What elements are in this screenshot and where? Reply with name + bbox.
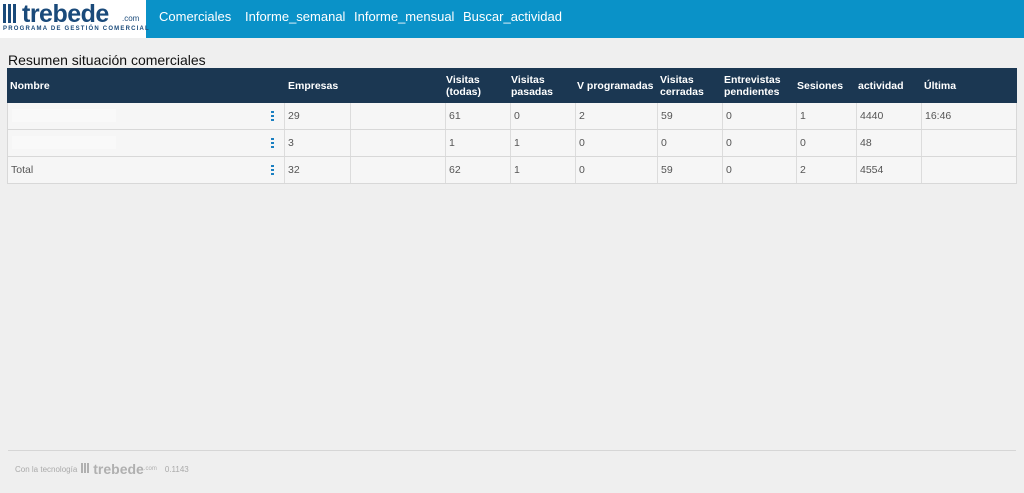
footer-logo-word: trebede (93, 461, 144, 477)
cell-v-programadas: 2 (575, 103, 658, 129)
table-row: 29 61 0 2 59 0 1 4440 16:46 (7, 103, 1017, 130)
col-ultima[interactable]: Última (924, 68, 956, 103)
row-menu-icon[interactable] (261, 103, 283, 129)
footer: Con la tecnología trebede .com 0.1143 (15, 461, 189, 477)
cell-visitas-pasadas: 0 (510, 103, 576, 129)
col-entrevistas-line2: pendientes (724, 85, 780, 98)
col-empresas[interactable]: Empresas (288, 68, 338, 103)
cell-visitas-pasadas: 1 (510, 157, 576, 183)
cell-visitas-cerradas: 0 (657, 130, 723, 156)
nav-comerciales[interactable]: Comerciales (159, 0, 231, 38)
col-nombre[interactable]: Nombre (10, 68, 50, 103)
col-visitas-cerradas-line2: cerradas (660, 85, 704, 98)
cell-spacer (350, 103, 446, 129)
page-title: Resumen situación comerciales (8, 52, 206, 68)
footer-prefix: Con la tecnología (15, 464, 78, 474)
footer-divider (8, 450, 1016, 451)
cell-actividad: 4554 (856, 157, 922, 183)
cell-visitas-todas: 62 (445, 157, 511, 183)
logo-suffix: .com (122, 14, 140, 23)
top-navbar: trebede .com PROGRAMA DE GESTIÓN COMERCI… (0, 0, 1024, 38)
table-row-total: Total 32 62 1 0 59 0 2 4554 (7, 157, 1017, 184)
cell-v-programadas: 0 (575, 130, 658, 156)
col-sesiones[interactable]: Sesiones (797, 68, 843, 103)
col-actividad[interactable]: actividad (858, 68, 904, 103)
footer-logo-suffix: .com (143, 466, 157, 472)
cell-visitas-pasadas: 1 (510, 130, 576, 156)
cell-nombre (8, 130, 261, 156)
col-visitas-todas[interactable]: Visitas (todas) (446, 68, 481, 103)
table-row: 3 1 1 0 0 0 0 48 (7, 130, 1017, 157)
cell-nombre (8, 103, 261, 129)
cell-visitas-todas: 61 (445, 103, 511, 129)
col-v-programadas[interactable]: V programadas (577, 68, 653, 103)
logo-bars-icon (3, 4, 18, 28)
col-visitas-todas-line2: (todas) (446, 85, 481, 98)
comerciales-table: Nombre Empresas Visitas (todas) Visitas pa… (7, 68, 1017, 184)
col-visitas-todas-line1: Visitas (446, 73, 480, 86)
cell-actividad: 4440 (856, 103, 922, 129)
row-menu-icon[interactable] (261, 157, 283, 183)
cell-visitas-cerradas: 59 (657, 157, 723, 183)
cell-entrevistas: 0 (722, 103, 797, 129)
cell-entrevistas: 0 (722, 130, 797, 156)
cell-empresas: 32 (284, 157, 351, 183)
logo-word: trebede (22, 0, 109, 28)
cell-empresas: 29 (284, 103, 351, 129)
col-visitas-pasadas[interactable]: Visitas pasadas (511, 68, 553, 103)
redacted-name (12, 109, 116, 122)
cell-visitas-cerradas: 59 (657, 103, 723, 129)
footer-logo-bars-icon (81, 463, 90, 475)
cell-spacer (350, 130, 446, 156)
redacted-name (12, 136, 116, 149)
col-visitas-pasadas-line1: Visitas (511, 73, 545, 86)
cell-v-programadas: 0 (575, 157, 658, 183)
cell-sesiones: 2 (796, 157, 857, 183)
footer-version: 0.1143 (164, 464, 189, 474)
nav-buscar-actividad[interactable]: Buscar_actividad (463, 0, 562, 38)
row-menu-icon[interactable] (261, 130, 283, 156)
nav-informe-mensual[interactable]: Informe_mensual (354, 0, 454, 38)
col-visitas-cerradas-line1: Visitas (660, 73, 694, 86)
cell-sesiones: 0 (796, 130, 857, 156)
cell-sesiones: 1 (796, 103, 857, 129)
cell-visitas-todas: 1 (445, 130, 511, 156)
brand-logo[interactable]: trebede .com PROGRAMA DE GESTIÓN COMERCI… (0, 0, 149, 38)
col-visitas-cerradas[interactable]: Visitas cerradas (660, 68, 704, 103)
col-visitas-pasadas-line2: pasadas (511, 85, 554, 98)
cell-spacer (350, 157, 446, 183)
cell-ultima: 16:46 (921, 103, 1016, 129)
logo-tagline: PROGRAMA DE GESTIÓN COMERCIAL (3, 26, 150, 32)
cell-nombre: Total (11, 164, 34, 176)
col-entrevistas-pendientes[interactable]: Entrevistas pendientes (724, 68, 781, 103)
cell-entrevistas: 0 (722, 157, 797, 183)
cell-empresas: 3 (284, 130, 351, 156)
nav-informe-semanal[interactable]: Informe_semanal (245, 0, 345, 38)
cell-ultima (921, 130, 1016, 156)
table-header: Nombre Empresas Visitas (todas) Visitas pa… (7, 68, 1017, 103)
cell-actividad: 48 (856, 130, 922, 156)
cell-ultima (921, 157, 1016, 183)
col-entrevistas-line1: Entrevistas (724, 73, 781, 86)
